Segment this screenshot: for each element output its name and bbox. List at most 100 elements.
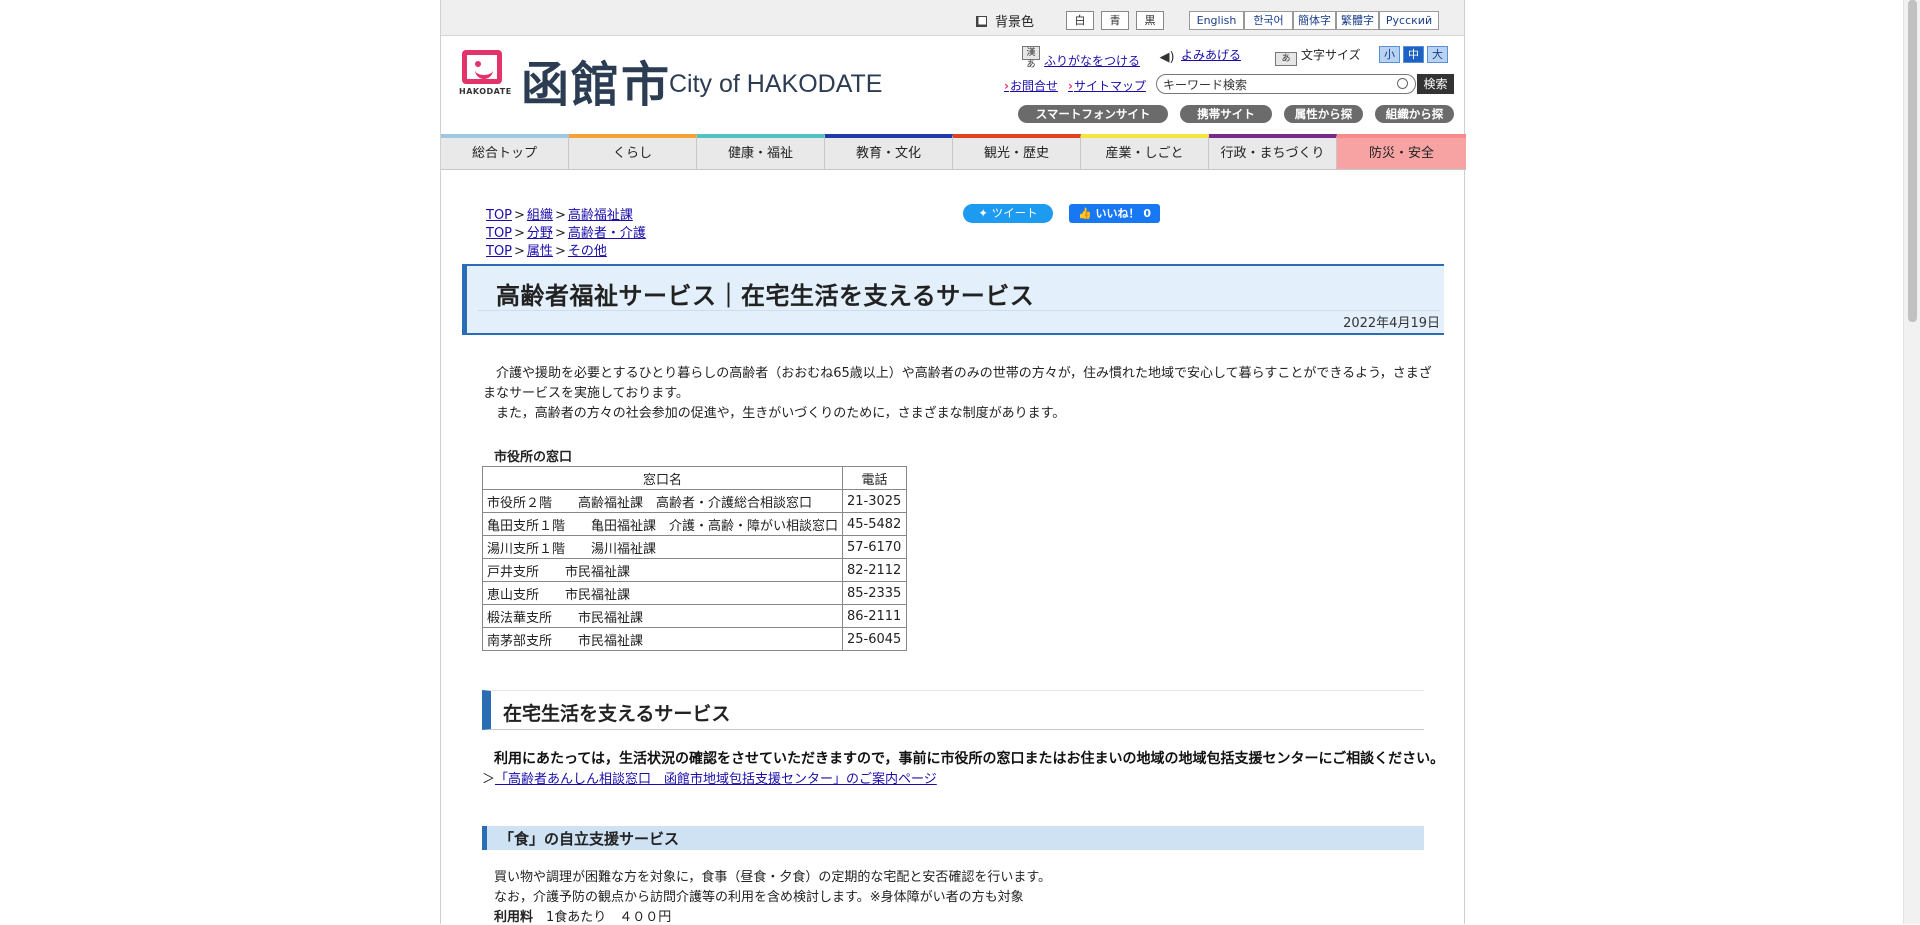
nav-living[interactable]: くらし	[569, 134, 697, 170]
read-aloud-link[interactable]: ◀) よみあげる	[1157, 46, 1241, 65]
support-center-link[interactable]: 「高齢者あんしん相談窓口 函館市地域包括支援センター」のご案内ページ	[495, 772, 937, 787]
inquiry-link[interactable]: お問合せ	[1004, 77, 1058, 94]
breadcrumb-link[interactable]: 分野	[527, 226, 553, 241]
lang-traditional-chinese[interactable]: 繁體字	[1336, 11, 1379, 30]
fontsize-large-button[interactable]: 大	[1427, 46, 1448, 63]
table-row: 南茅部支所 市民福祉課 25-6045	[481, 627, 908, 651]
usage-notice: 利用にあたっては，生活状況の確認をさせていただきますので，事前に市役所の窓口また…	[494, 751, 1445, 767]
breadcrumb-link[interactable]: 組織	[527, 208, 553, 223]
table-row: 恵山支所 市民福祉課 85-2335	[481, 581, 908, 605]
lang-russian[interactable]: Русский	[1379, 11, 1439, 30]
intro-paragraph-1: 介護や援助を必要とするひとり暮らしの高齢者（おおむね65歳以上）や高齢者のみの世…	[483, 366, 1432, 401]
page-title: 高齢者福祉サービス｜在宅生活を支えるサービス	[496, 282, 1035, 310]
table-cell: 戸井支所 市民福祉課	[481, 558, 844, 582]
utility-bar: 背景色 白 青 黒 English 한국어 簡体字 繁體字 Русский	[441, 0, 1464, 36]
section-heading-text: 在宅生活を支えるサービス	[503, 703, 731, 725]
table-cell: 82-2112	[842, 558, 908, 582]
bg-color-text: 背景色	[995, 15, 1035, 30]
bg-color-label: 背景色	[976, 11, 1034, 30]
bird-icon: ✦	[978, 206, 992, 220]
furigana-icon: 漢あ	[1022, 46, 1040, 70]
breadcrumb-top[interactable]: TOP	[486, 226, 512, 241]
table-row: 湯川支所１階 湯川福祉課 57-6170	[481, 535, 908, 559]
logo-face-icon	[462, 50, 502, 84]
table-cell: 45-5482	[842, 512, 908, 536]
search-button[interactable]: 検索	[1417, 74, 1454, 94]
fontsize-medium-button[interactable]: 中	[1403, 46, 1424, 63]
sitemap-link[interactable]: サイトマップ	[1068, 77, 1146, 94]
table-cell: 57-6170	[842, 535, 908, 559]
nav-education-culture[interactable]: 教育・文化	[825, 134, 953, 170]
section-heading: 在宅生活を支えるサービス	[482, 690, 1424, 730]
table-cell: 南茅部支所 市民福祉課	[481, 627, 844, 651]
search-input[interactable]	[1156, 74, 1416, 94]
lang-simplified-chinese[interactable]: 簡体字	[1293, 11, 1336, 30]
table-header-row: 窓口名 電話	[481, 466, 908, 490]
breadcrumb-link[interactable]: 高齢福祉課	[568, 208, 633, 223]
table-row: 戸井支所 市民福祉課 82-2112	[481, 558, 908, 582]
nav-health-welfare[interactable]: 健康・福祉	[697, 134, 825, 170]
site-logo-english[interactable]: City of HAKODATE	[669, 70, 882, 99]
site-logo-kanji[interactable]: 函館市	[521, 45, 671, 115]
bg-color-icon	[976, 16, 987, 27]
page-scrollbar[interactable]	[1903, 0, 1920, 924]
fontsize-small-button[interactable]: 小	[1379, 46, 1400, 63]
update-date: 2022年4月19日	[1343, 316, 1440, 331]
meal-service-fee: 利用料 1食あたり ４００円	[494, 906, 671, 925]
search-by-organization-button[interactable]: 組織から探す	[1375, 105, 1454, 139]
table-cell: 恵山支所 市民福祉課	[481, 581, 844, 605]
breadcrumb-top[interactable]: TOP	[486, 208, 512, 223]
search-by-attribute-button[interactable]: 属性から探す	[1284, 105, 1363, 139]
fontsize-label: 文字サイズ	[1301, 48, 1361, 62]
subsection-heading: 「食」の自立支援サービス	[482, 826, 1424, 850]
mobile-site-button[interactable]: 携帯サイト	[1180, 105, 1272, 123]
global-nav: 総合トップ くらし 健康・福祉 教育・文化 観光・歴史 産業・しごと 行政・まち…	[441, 134, 1466, 170]
nav-tourism-history[interactable]: 観光・歴史	[953, 134, 1081, 170]
title-divider	[477, 310, 1440, 311]
like-button[interactable]: 👍 いいね！ 0	[1069, 204, 1160, 223]
breadcrumb-link[interactable]: 属性	[527, 244, 553, 259]
tweet-label: ツイート	[991, 206, 1038, 220]
link-arrow: ＞	[482, 772, 496, 787]
table-cell: 亀田支所１階 亀田福祉課 介護・高齢・障がい相談窓口	[481, 512, 844, 536]
search-icon	[1397, 78, 1408, 89]
office-table: 窓口名 電話 市役所２階 高齢福祉課 高齢者・介護総合相談窓口 21-3025 亀…	[481, 466, 908, 651]
table-cell: 86-2111	[842, 604, 908, 628]
meal-service-note: なお，介護予防の観点から訪問介護等の利用を含め検討します。※身体障がい者の方も対…	[494, 890, 1024, 905]
intro-paragraph-2: また，高齢者の方々の社会参加の促進や，生きがいづくりのために，さまざまな制度があ…	[483, 406, 1066, 421]
bg-white-button[interactable]: 白	[1066, 11, 1094, 30]
smartphone-site-button[interactable]: スマートフォンサイト	[1018, 105, 1168, 123]
page-title-box: 高齢者福祉サービス｜在宅生活を支えるサービス 2022年4月19日	[462, 264, 1444, 335]
nav-administration[interactable]: 行政・まちづくり	[1209, 134, 1337, 170]
bg-black-button[interactable]: 黒	[1136, 11, 1164, 30]
lang-english[interactable]: English	[1189, 11, 1244, 30]
bg-blue-button[interactable]: 青	[1101, 11, 1129, 30]
breadcrumb: TOP > 分野 > 高齢者・介護	[486, 226, 646, 241]
fontsize-label-wrap: あ文字サイズ	[1275, 46, 1361, 66]
table-caption: 市役所の窓口	[494, 450, 573, 465]
breadcrumb-link[interactable]: 高齢者・介護	[568, 226, 646, 241]
read-aloud-text[interactable]: よみあげる	[1181, 48, 1241, 62]
breadcrumb: TOP > 属性 > その他	[486, 244, 607, 259]
nav-disaster-safety[interactable]: 防災・安全	[1337, 134, 1466, 170]
like-label: いいね！ 0	[1095, 207, 1151, 220]
breadcrumb-top[interactable]: TOP	[486, 244, 512, 259]
breadcrumb-link[interactable]: その他	[568, 244, 607, 259]
logo-caption: HAKODATE	[459, 87, 512, 96]
subsection-heading-text: 「食」の自立支援サービス	[499, 830, 680, 848]
lang-korean[interactable]: 한국어	[1244, 11, 1293, 30]
furigana-text[interactable]: ふりがなをつける	[1044, 54, 1140, 68]
tweet-button[interactable]: ✦ ツイート	[963, 204, 1053, 223]
table-cell: 21-3025	[842, 489, 908, 513]
table-cell: 湯川支所１階 湯川福祉課	[481, 535, 844, 559]
table-cell: 市役所２階 高齢福祉課 高齢者・介護総合相談窓口	[481, 489, 844, 513]
scrollbar-thumb[interactable]	[1908, 0, 1917, 322]
table-header-cell: 電話	[842, 466, 908, 490]
table-row: 椴法華支所 市民福祉課 86-2111	[481, 604, 908, 628]
table-header-cell: 窓口名	[481, 466, 844, 490]
support-center-link-row: ＞「高齢者あんしん相談窓口 函館市地域包括支援センター」のご案内ページ	[482, 768, 937, 787]
city-logo-mark[interactable]: HAKODATE	[459, 50, 512, 100]
nav-top[interactable]: 総合トップ	[441, 134, 569, 170]
furigana-link[interactable]: 漢あ ふりがなをつける	[1022, 46, 1140, 70]
nav-industry-work[interactable]: 産業・しごと	[1081, 134, 1209, 170]
